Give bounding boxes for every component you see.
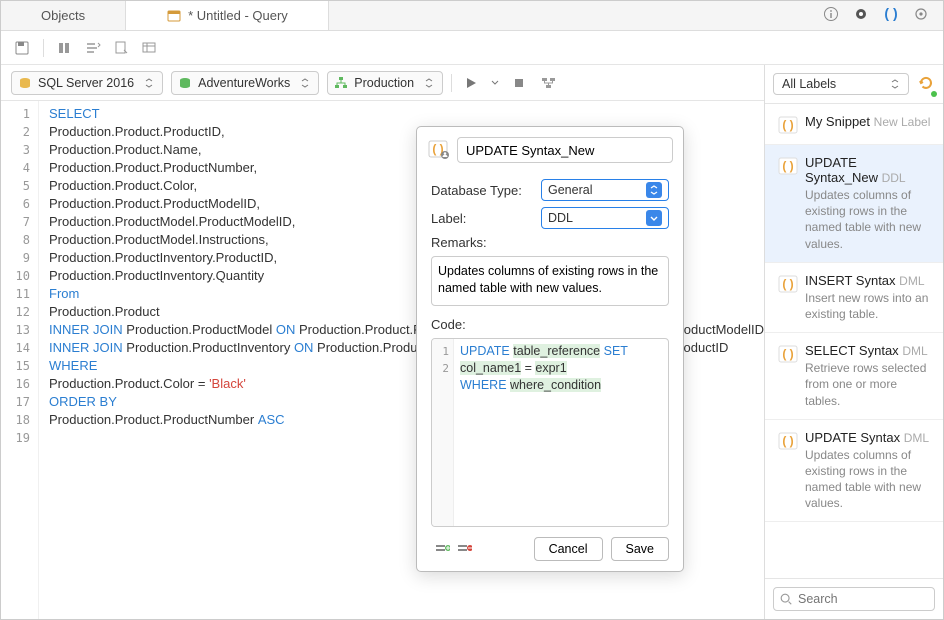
snippet-name-input[interactable] xyxy=(457,137,673,163)
eye-icon[interactable] xyxy=(853,6,869,25)
database-select[interactable]: AdventureWorks xyxy=(171,71,319,95)
explain-icon[interactable] xyxy=(538,72,560,94)
snippet-title: SELECT Syntax xyxy=(805,343,899,358)
snippet-icon: ( ) xyxy=(427,138,449,163)
save-icon[interactable] xyxy=(11,37,33,59)
svg-text:( ): ( ) xyxy=(782,277,793,291)
snippet-item[interactable]: ( ) My Snippet New Label xyxy=(765,104,943,145)
tab-query[interactable]: * Untitled - Query xyxy=(126,1,329,30)
dbtype-select[interactable]: General xyxy=(541,179,669,201)
label-filter-select[interactable]: All Labels xyxy=(773,73,909,95)
svg-text:( ): ( ) xyxy=(884,6,897,21)
snippet-title: INSERT Syntax xyxy=(805,273,896,288)
code-toolbar-1-icon[interactable] xyxy=(431,538,453,560)
tab-objects[interactable]: Objects xyxy=(1,1,126,30)
remarks-label: Remarks: xyxy=(431,235,669,250)
code-icon[interactable]: ( ) xyxy=(883,6,899,25)
code-label: Code: xyxy=(431,317,669,332)
dbtype-label: Database Type: xyxy=(431,183,531,198)
snippet-search-input[interactable] xyxy=(773,587,935,611)
tool-2-icon[interactable] xyxy=(82,37,104,59)
snippet-label: New Label xyxy=(874,115,931,129)
query-icon xyxy=(166,8,182,24)
run-dropdown-icon[interactable] xyxy=(490,72,500,94)
code-toolbar-2-icon[interactable] xyxy=(453,538,475,560)
line-gutter: 12345678910111213141516171819 xyxy=(1,101,39,619)
snippet-icon: ( ) xyxy=(777,273,797,293)
snippet-editor-popup: ( ) Database Type: General Label: DDL Re… xyxy=(416,126,684,572)
snippet-desc: Updates columns of existing rows in the … xyxy=(805,187,931,252)
snippet-item[interactable]: ( ) UPDATE Syntax DML Updates columns of e… xyxy=(765,420,943,523)
label-select[interactable]: DDL xyxy=(541,207,669,229)
stop-icon[interactable] xyxy=(508,72,530,94)
snippet-desc: Retrieve rows selected from one or more … xyxy=(805,360,931,409)
snippet-item[interactable]: ( ) SELECT Syntax DML Retrieve rows select… xyxy=(765,333,943,420)
snippet-title: UPDATE Syntax xyxy=(805,430,900,445)
snippet-desc: Insert new rows into an existing table. xyxy=(805,290,931,322)
tool-4-icon[interactable] xyxy=(138,37,160,59)
gear-icon[interactable] xyxy=(913,6,929,25)
svg-text:( ): ( ) xyxy=(782,159,793,173)
snippet-title: UPDATE Syntax_New xyxy=(805,155,878,185)
save-button[interactable]: Save xyxy=(611,537,670,561)
snippet-icon: ( ) xyxy=(777,155,797,175)
snippet-item[interactable]: ( ) UPDATE Syntax_New DDL Updates columns … xyxy=(765,145,943,263)
refresh-icon[interactable] xyxy=(917,74,935,95)
info-icon[interactable] xyxy=(823,6,839,25)
svg-text:( ): ( ) xyxy=(782,347,793,361)
snippet-label: DML xyxy=(902,344,927,358)
svg-text:( ): ( ) xyxy=(782,434,793,448)
search-icon xyxy=(779,592,793,606)
snippet-desc: Updates columns of existing rows in the … xyxy=(805,447,931,512)
snippet-label: DML xyxy=(904,431,929,445)
snippet-title: My Snippet xyxy=(805,114,870,129)
schema-select[interactable]: Production xyxy=(327,71,443,95)
tool-1-icon[interactable] xyxy=(54,37,76,59)
svg-text:( ): ( ) xyxy=(782,118,793,132)
cancel-button[interactable]: Cancel xyxy=(534,537,603,561)
snippet-item[interactable]: ( ) INSERT Syntax DML Insert new rows into… xyxy=(765,263,943,333)
snippet-icon: ( ) xyxy=(777,343,797,363)
server-select[interactable]: SQL Server 2016 xyxy=(11,71,163,95)
snippet-icon: ( ) xyxy=(777,430,797,450)
label-label: Label: xyxy=(431,211,531,226)
remarks-textarea[interactable] xyxy=(431,256,669,306)
run-icon[interactable] xyxy=(460,72,482,94)
tool-3-icon[interactable] xyxy=(110,37,132,59)
snippet-code-editor[interactable]: UPDATE table_reference SET col_name1 = e… xyxy=(454,339,668,526)
snippet-label: DML xyxy=(899,274,924,288)
snippet-label: DDL xyxy=(882,171,906,185)
snippet-icon: ( ) xyxy=(777,114,797,134)
